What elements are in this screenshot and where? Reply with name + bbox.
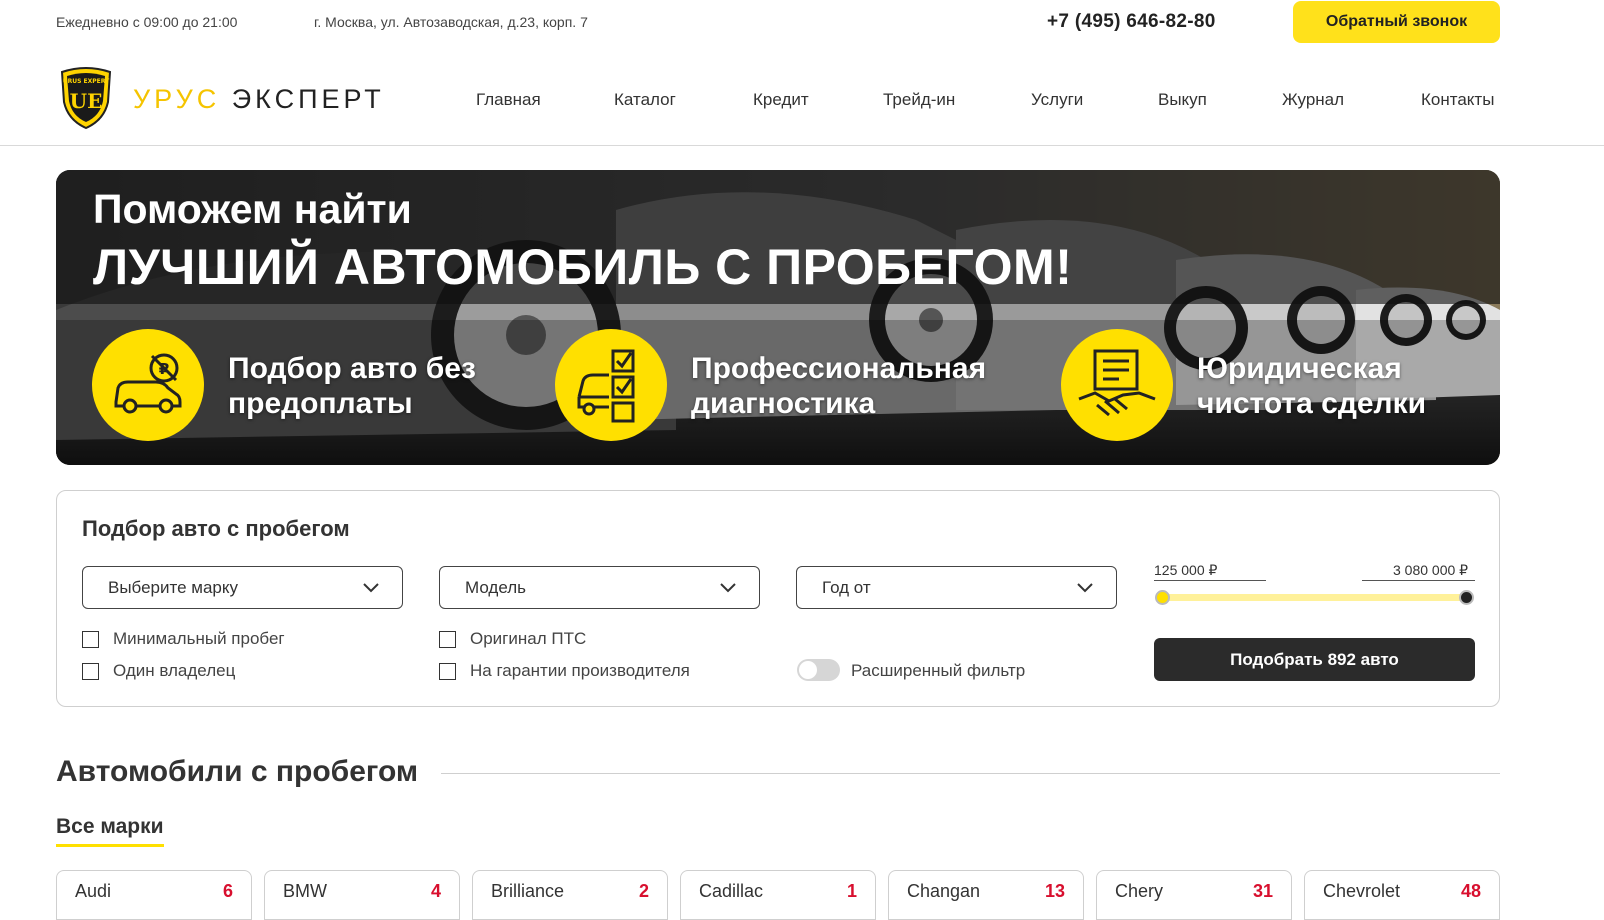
brand-name: Chevrolet bbox=[1323, 881, 1401, 901]
feature-no-prepay-line2: предоплаты bbox=[228, 387, 413, 420]
logo-word-1: УРУС bbox=[133, 84, 221, 114]
chevron-down-icon bbox=[1077, 583, 1093, 593]
feature-diagnostics: Профессиональная диагностика bbox=[691, 351, 986, 421]
working-hours: Ежедневно с 09:00 до 21:00 bbox=[56, 14, 238, 30]
brand-card[interactable]: Chevrolet 48 bbox=[1304, 870, 1500, 920]
toggle-knob bbox=[799, 661, 817, 679]
feature-no-prepay-line1: Подбор авто без bbox=[228, 352, 476, 385]
car-checklist-icon bbox=[555, 329, 667, 441]
section-title: Автомобили с пробегом bbox=[56, 755, 419, 788]
feature-legal-line1: Юридическая bbox=[1197, 352, 1402, 385]
logo-badge-caption: URUS EXPERT bbox=[63, 78, 110, 85]
min-mileage-label: Минимальный пробег bbox=[113, 629, 285, 648]
original-pts-checkbox[interactable]: Оригинал ПТС bbox=[439, 629, 586, 649]
checkbox-box[interactable] bbox=[82, 630, 99, 648]
brand-card[interactable]: Audi 6 bbox=[56, 870, 252, 920]
nav-item-catalog[interactable]: Каталог bbox=[614, 90, 676, 110]
brand-card[interactable]: Brilliance 2 bbox=[472, 870, 668, 920]
address: г. Москва, ул. Автозаводская, д.23, корп… bbox=[314, 14, 588, 30]
brand-name: Cadillac bbox=[699, 881, 764, 901]
section-divider bbox=[441, 773, 1500, 774]
warranty-checkbox[interactable]: На гарантии производителя bbox=[439, 661, 690, 681]
nav-item-services[interactable]: Услуги bbox=[1031, 90, 1083, 110]
year-select-value: Год от bbox=[822, 577, 871, 597]
checkbox-box[interactable] bbox=[439, 662, 456, 680]
top-bar: Ежедневно с 09:00 до 21:00 г. Москва, ул… bbox=[0, 0, 1604, 46]
feature-no-prepay: Подбор авто без предоплаты bbox=[228, 351, 476, 421]
submit-filter-button[interactable]: Подобрать 892 авто bbox=[1154, 638, 1475, 681]
hero-banner: Поможем найти ЛУЧШИЙ АВТОМОБИЛЬ С ПРОБЕГ… bbox=[56, 170, 1500, 465]
nav-item-credit[interactable]: Кредит bbox=[753, 90, 809, 110]
brand-name: BMW bbox=[283, 881, 327, 901]
feature-diagnostics-line2: диагностика bbox=[691, 387, 876, 420]
model-select-value: Модель bbox=[465, 577, 527, 597]
car-filter-panel: Подбор авто с пробегом Выберите марку Мо… bbox=[56, 490, 1500, 707]
brand-count: 2 bbox=[638, 881, 649, 901]
chevron-down-icon bbox=[720, 583, 736, 593]
logo-word-2: ЭКСПЕРТ bbox=[231, 84, 385, 114]
price-min-value[interactable]: 125 000 ₽ bbox=[1154, 562, 1217, 579]
model-select[interactable]: Модель bbox=[439, 566, 760, 609]
nav-item-buyout[interactable]: Выкуп bbox=[1158, 90, 1207, 110]
price-max-handle[interactable] bbox=[1459, 590, 1474, 605]
hero-subtitle: Поможем найти bbox=[93, 186, 412, 232]
hero-title: ЛУЧШИЙ АВТОМОБИЛЬ С ПРОБЕГОМ! bbox=[93, 239, 1073, 295]
brand-count: 1 bbox=[846, 881, 857, 901]
one-owner-label: Один владелец bbox=[113, 661, 236, 680]
logo-badge-monogram: UE bbox=[70, 89, 103, 113]
nav-item-home[interactable]: Главная bbox=[476, 90, 541, 110]
brand-name: Audi bbox=[75, 881, 112, 901]
checkbox-box[interactable] bbox=[82, 662, 99, 680]
filter-title: Подбор авто с пробегом bbox=[82, 516, 350, 541]
nav-item-contacts[interactable]: Контакты bbox=[1421, 90, 1494, 110]
year-select[interactable]: Год от bbox=[796, 566, 1117, 609]
chevron-down-icon bbox=[363, 583, 379, 593]
price-range-track[interactable] bbox=[1157, 594, 1472, 601]
warranty-label: На гарантии производителя bbox=[470, 661, 690, 680]
car-no-prepay-icon: ₽ bbox=[92, 329, 204, 441]
original-pts-label: Оригинал ПТС bbox=[470, 629, 587, 648]
brand-card[interactable]: Chery 31 bbox=[1096, 870, 1292, 920]
one-owner-checkbox[interactable]: Один владелец bbox=[82, 661, 235, 681]
callback-button[interactable]: Обратный звонок bbox=[1293, 1, 1500, 43]
min-mileage-checkbox[interactable]: Минимальный пробег bbox=[82, 629, 285, 649]
brand-count: 4 bbox=[430, 881, 441, 901]
brand-card[interactable]: Cadillac 1 bbox=[680, 870, 876, 920]
brand-count: 13 bbox=[1044, 881, 1065, 901]
brand-count: 48 bbox=[1460, 881, 1481, 901]
advanced-filter-label: Расширенный фильтр bbox=[851, 661, 1026, 680]
feature-diagnostics-line1: Профессиональная bbox=[691, 352, 987, 385]
logo-wordmark[interactable]: УРУС ЭКСПЕРТ bbox=[133, 84, 385, 115]
price-max-value[interactable]: 3 080 000 ₽ bbox=[1393, 562, 1468, 579]
brand-select-value: Выберите марку bbox=[108, 577, 239, 597]
brand-select[interactable]: Выберите марку bbox=[82, 566, 403, 609]
tab-all-brands[interactable]: Все марки bbox=[56, 815, 164, 847]
header: URUS EXPERT UE УРУС ЭКСПЕРТ Главная Ката… bbox=[0, 46, 1604, 146]
feature-legal: Юридическая чистота сделки bbox=[1197, 351, 1426, 421]
phone-link[interactable]: +7 (495) 646-82-80 bbox=[1047, 11, 1216, 33]
price-min-handle[interactable] bbox=[1155, 590, 1170, 605]
brand-count: 6 bbox=[222, 881, 233, 901]
handshake-contract-icon bbox=[1061, 329, 1173, 441]
nav-item-journal[interactable]: Журнал bbox=[1282, 90, 1344, 110]
advanced-filter-toggle[interactable] bbox=[797, 659, 840, 681]
logo-badge-icon[interactable]: URUS EXPERT UE bbox=[58, 66, 114, 130]
price-min-underline bbox=[1154, 580, 1266, 581]
price-max-underline bbox=[1362, 580, 1475, 581]
brand-count: 31 bbox=[1252, 881, 1273, 901]
brand-name: Chery bbox=[1115, 881, 1164, 901]
feature-legal-line2: чистота сделки bbox=[1197, 387, 1427, 420]
brand-card[interactable]: BMW 4 bbox=[264, 870, 460, 920]
brand-name: Brilliance bbox=[491, 881, 565, 901]
nav-item-trade-in[interactable]: Трейд-ин bbox=[883, 90, 955, 110]
brand-card[interactable]: Changan 13 bbox=[888, 870, 1084, 920]
checkbox-box[interactable] bbox=[439, 630, 456, 648]
brand-name: Changan bbox=[907, 881, 981, 901]
